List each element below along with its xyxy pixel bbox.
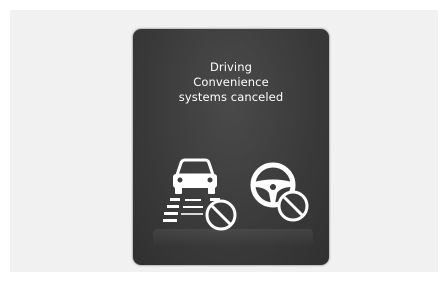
cluster-notification-panel: Driving Convenience systems canceled <box>133 29 329 265</box>
notification-message: Driving Convenience systems canceled <box>133 60 329 105</box>
icon-reflection <box>153 229 313 247</box>
message-line-1: Driving <box>209 60 253 74</box>
car-lane-cancel-icon <box>163 158 237 231</box>
steering-wheel-cancel-icon <box>250 162 309 222</box>
message-line-3: systems canceled <box>178 90 284 104</box>
message-line-2: Convenience <box>193 75 269 89</box>
